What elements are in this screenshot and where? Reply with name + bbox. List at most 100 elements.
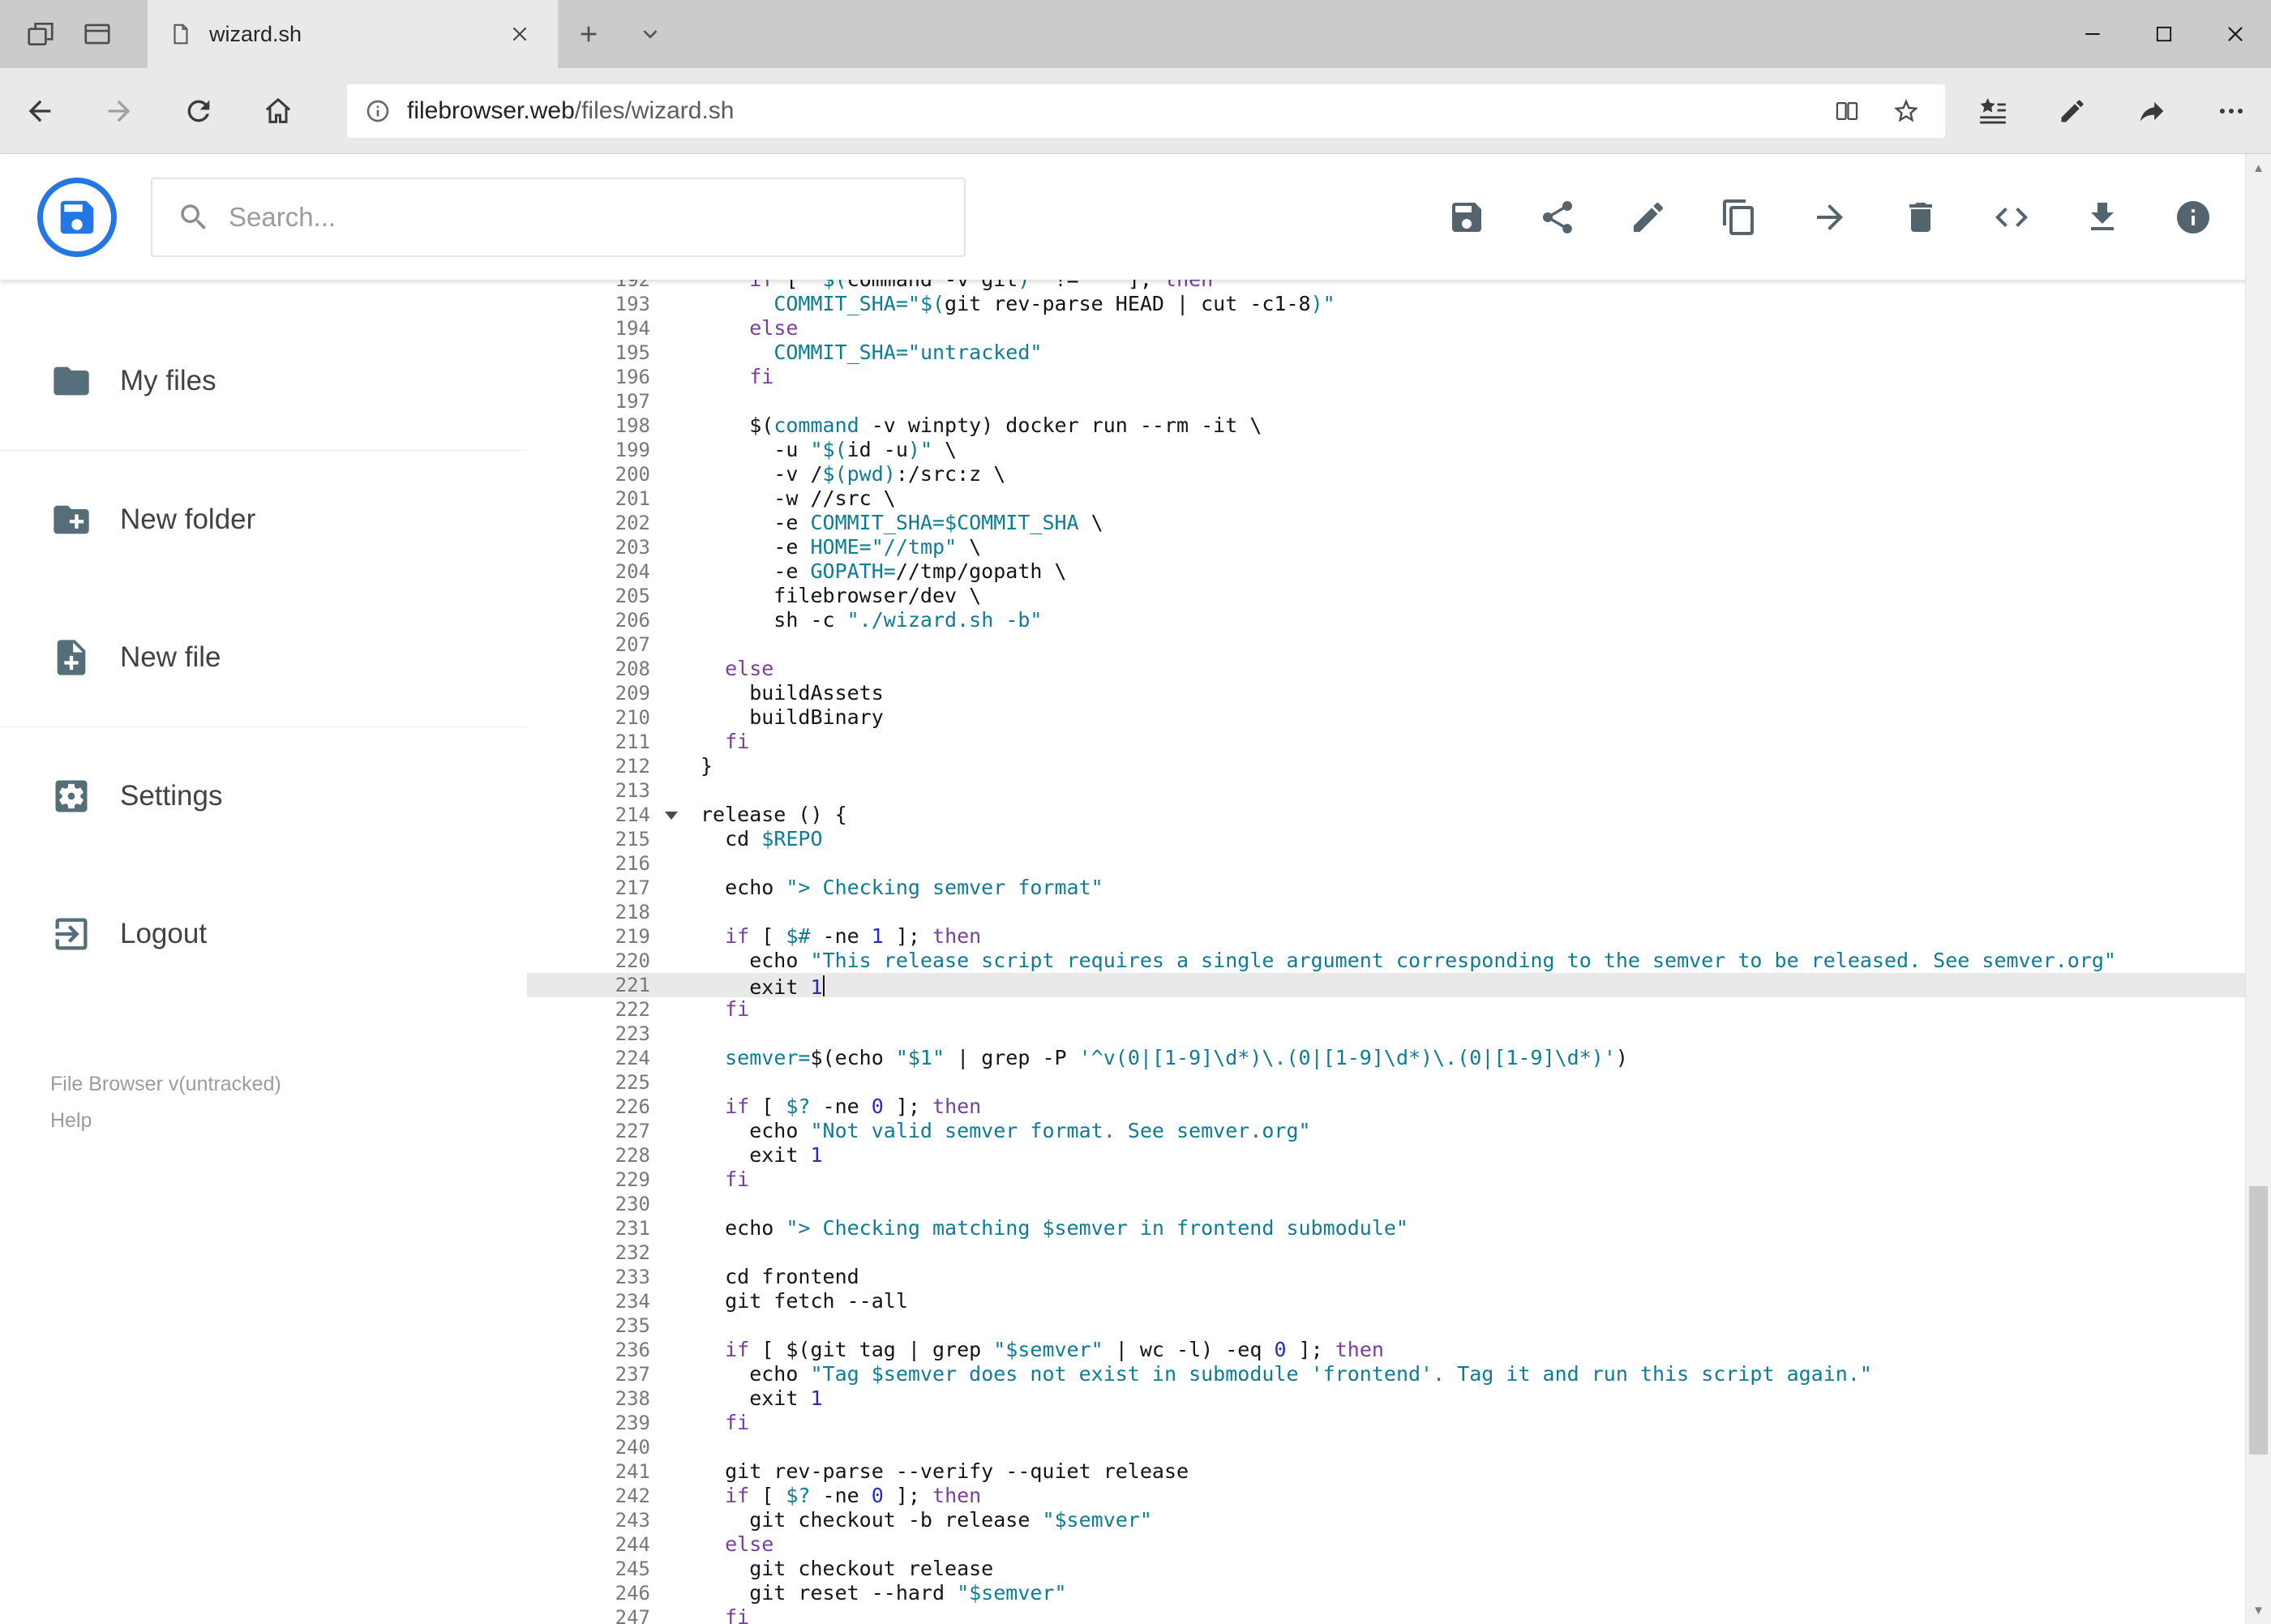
scrollbar-track[interactable] — [2246, 182, 2271, 1596]
code-line[interactable]: 211 fi — [527, 730, 2271, 754]
edit-button[interactable] — [1629, 198, 1668, 237]
code-line[interactable]: 212} — [527, 754, 2271, 778]
sidebar-item-settings[interactable]: Settings — [0, 727, 527, 865]
copy-button[interactable] — [1720, 198, 1759, 237]
code-line[interactable]: 198 $(command -v winpty) docker run --rm… — [527, 413, 2271, 438]
code-editor[interactable]: 192 if [ "$(command -v git)" != "" ]; th… — [527, 280, 2271, 1624]
code-line[interactable]: 209 buildAssets — [527, 681, 2271, 705]
share-icon[interactable] — [2112, 68, 2192, 154]
code-line[interactable]: 246 git reset --hard "$semver" — [527, 1581, 2271, 1605]
info-button[interactable] — [2174, 198, 2213, 237]
reading-view-icon[interactable] — [1833, 97, 1861, 125]
code-line[interactable]: 210 buildBinary — [527, 705, 2271, 730]
code-line[interactable]: 230 — [527, 1192, 2271, 1216]
code-line[interactable]: 226 if [ $? -ne 0 ]; then — [527, 1095, 2271, 1119]
code-line[interactable]: 196 fi — [527, 365, 2271, 389]
forward-button[interactable] — [79, 68, 159, 153]
more-options-icon[interactable] — [2192, 68, 2271, 154]
code-line[interactable]: 242 if [ $? -ne 0 ]; then — [527, 1484, 2271, 1508]
code-line[interactable]: 206 sh -c "./wizard.sh -b" — [527, 608, 2271, 632]
code-line[interactable]: 216 — [527, 851, 2271, 876]
code-line[interactable]: 224 semver=$(echo "$1" | grep -P '^v(0|[… — [527, 1046, 2271, 1070]
save-button[interactable] — [1447, 198, 1486, 237]
code-line[interactable]: 228 exit 1 — [527, 1143, 2271, 1168]
code-line[interactable]: 233 cd frontend — [527, 1265, 2271, 1289]
hub-favorites-icon[interactable] — [1953, 68, 2033, 154]
code-line[interactable]: 241 git rev-parse --verify --quiet relea… — [527, 1459, 2271, 1484]
code-line[interactable]: 220 echo "This release script requires a… — [527, 949, 2271, 973]
fold-toggle-icon[interactable] — [650, 803, 701, 827]
code-line[interactable]: 207 — [527, 632, 2271, 657]
code-line[interactable]: 195 COMMIT_SHA="untracked" — [527, 341, 2271, 365]
code-line[interactable]: 222 fi — [527, 997, 2271, 1022]
close-button[interactable] — [2200, 0, 2271, 68]
scroll-down-icon[interactable]: ▼ — [2246, 1596, 2271, 1624]
code-line[interactable]: 232 — [527, 1240, 2271, 1265]
back-button[interactable] — [0, 68, 79, 153]
raw-code-button[interactable] — [1992, 198, 2031, 237]
maximize-button[interactable] — [2128, 0, 2200, 68]
code-line[interactable]: 202 -e COMMIT_SHA=$COMMIT_SHA \ — [527, 511, 2271, 535]
code-line[interactable]: 240 — [527, 1435, 2271, 1459]
scroll-up-icon[interactable]: ▲ — [2246, 154, 2271, 182]
sidebar-item-new-file[interactable]: New file — [0, 589, 527, 726]
sidebar-item-logout[interactable]: Logout — [0, 865, 527, 1003]
code-line[interactable]: 225 — [527, 1070, 2271, 1095]
code-line[interactable]: 236 if [ $(git tag | grep "$semver" | wc… — [527, 1338, 2271, 1362]
tab-preview-icon[interactable] — [75, 11, 120, 57]
code-line[interactable]: 221 exit 1 — [527, 973, 2271, 999]
code-line[interactable]: 237 echo "Tag $semver does not exist in … — [527, 1362, 2271, 1386]
sidebar-item-new-folder[interactable]: New folder — [0, 451, 527, 589]
home-button[interactable] — [238, 68, 318, 153]
page-scrollbar[interactable]: ▲ ▼ — [2245, 154, 2271, 1624]
browser-tab[interactable]: wizard.sh — [148, 0, 558, 68]
code-line[interactable]: 234 git fetch --all — [527, 1289, 2271, 1313]
tab-list-chevron-icon[interactable] — [619, 0, 681, 68]
code-line[interactable]: 243 git checkout -b release "$semver" — [527, 1508, 2271, 1532]
code-line[interactable]: 245 git checkout release — [527, 1557, 2271, 1581]
code-line[interactable]: 192 if [ "$(command -v git)" != "" ]; th… — [527, 280, 2271, 292]
delete-button[interactable] — [1901, 198, 1940, 237]
sidebar-item-my-files[interactable]: My files — [0, 312, 527, 450]
code-line[interactable]: 204 -e GOPATH=//tmp/gopath \ — [527, 559, 2271, 584]
code-line[interactable]: 223 — [527, 1022, 2271, 1046]
code-line[interactable]: 239 fi — [527, 1411, 2271, 1435]
code-line[interactable]: 247 fi — [527, 1605, 2271, 1624]
code-line[interactable]: 229 fi — [527, 1168, 2271, 1192]
web-notes-pen-icon[interactable] — [2033, 68, 2112, 154]
code-line[interactable]: 213 — [527, 778, 2271, 803]
search-input[interactable] — [229, 201, 964, 233]
new-tab-button[interactable] — [558, 0, 619, 68]
download-button[interactable] — [2083, 198, 2122, 237]
scrollbar-thumb[interactable] — [2249, 1185, 2268, 1455]
code-line[interactable]: 199 -u "$(id -u)" \ — [527, 438, 2271, 462]
code-line[interactable]: 218 — [527, 900, 2271, 924]
move-button[interactable] — [1810, 198, 1849, 237]
code-line[interactable]: 244 else — [527, 1532, 2271, 1557]
help-link[interactable]: Help — [50, 1109, 281, 1133]
code-line[interactable]: 194 else — [527, 316, 2271, 341]
code-line[interactable]: 201 -w //src \ — [527, 486, 2271, 511]
refresh-button[interactable] — [159, 68, 238, 153]
code-line[interactable]: 227 echo "Not valid semver format. See s… — [527, 1119, 2271, 1143]
code-line[interactable]: 231 echo "> Checking matching $semver in… — [527, 1216, 2271, 1240]
code-line[interactable]: 235 — [527, 1313, 2271, 1338]
search-box[interactable] — [151, 177, 966, 257]
site-info-icon[interactable] — [365, 98, 391, 124]
code-line[interactable]: 205 filebrowser/dev \ — [527, 584, 2271, 608]
tab-close-icon[interactable] — [503, 17, 537, 51]
code-line[interactable]: 193 COMMIT_SHA="$(git rev-parse HEAD | c… — [527, 292, 2271, 316]
favorite-star-icon[interactable] — [1892, 96, 1921, 126]
code-line[interactable]: 238 exit 1 — [527, 1386, 2271, 1411]
code-line[interactable]: 215 cd $REPO — [527, 827, 2271, 851]
code-line[interactable]: 214 release () { — [527, 803, 2271, 827]
set-tabs-aside-icon[interactable] — [18, 11, 63, 57]
code-line[interactable]: 217 echo "> Checking semver format" — [527, 876, 2271, 900]
address-bar[interactable]: filebrowser.web/files/wizard.sh — [347, 84, 1945, 138]
code-line[interactable]: 219 if [ $# -ne 1 ]; then — [527, 924, 2271, 949]
share-button[interactable] — [1538, 198, 1577, 237]
minimize-button[interactable] — [2057, 0, 2128, 68]
code-line[interactable]: 208 else — [527, 657, 2271, 681]
code-line[interactable]: 203 -e HOME="//tmp" \ — [527, 535, 2271, 559]
code-line[interactable]: 197 — [527, 389, 2271, 413]
